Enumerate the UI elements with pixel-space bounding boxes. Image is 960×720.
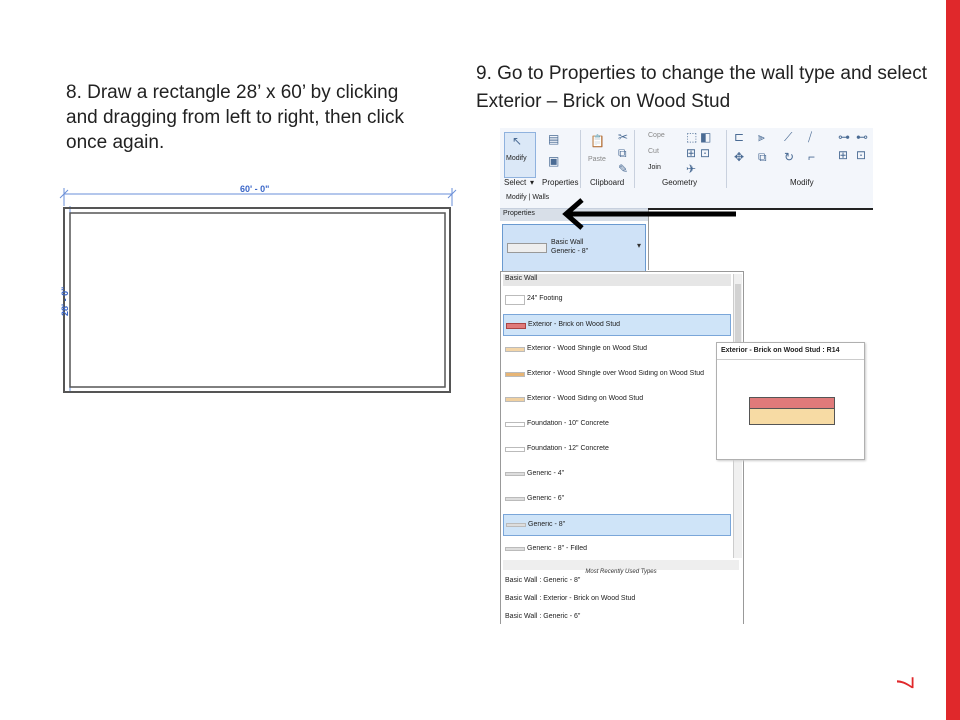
ribbon-group-select[interactable]: Select <box>504 178 526 187</box>
type-swatch <box>507 243 547 253</box>
list-item[interactable]: Generic - 6" <box>503 489 731 511</box>
paste-icon[interactable]: 📋 <box>590 134 605 148</box>
dimension-horizontal: 60' - 0" <box>240 184 270 194</box>
list-item[interactable]: Exterior - Wood Shingle on Wood Stud <box>503 339 731 361</box>
move-icon[interactable]: ✥ <box>734 150 744 164</box>
rotate-icon[interactable]: ↻ <box>784 150 794 164</box>
copy-element-icon[interactable]: ⧉ <box>758 150 767 165</box>
paste-label: Paste <box>588 156 606 163</box>
offset-icon[interactable]: ⫸ <box>758 130 765 145</box>
cut-label[interactable]: Cut <box>648 148 659 155</box>
chevron-down-icon[interactable]: ▾ <box>637 241 641 250</box>
split-face-icon[interactable]: ◧ <box>700 130 711 144</box>
list-item[interactable]: 24" Footing <box>503 289 731 311</box>
step-8-text: 8. Draw a rectangle 28’ x 60’ by clickin… <box>66 82 404 153</box>
wall-rectangle-drawing <box>59 188 457 393</box>
type-family: Basic Wall <box>551 239 584 246</box>
group-header-label: Basic Wall <box>505 275 538 282</box>
trim-icon[interactable]: ⌐ <box>808 150 815 164</box>
list-item[interactable]: Generic - 8" - Filled <box>503 539 731 561</box>
align-icon[interactable]: ⊏ <box>734 130 744 144</box>
stud-layer-preview <box>749 408 835 425</box>
ribbon: ↖ Modify ▤ ▣ 📋 Paste ✂ ⧉ ✎ Cope Cut Join… <box>500 128 873 191</box>
geometry-icon[interactable]: ⬚ <box>686 130 697 144</box>
group-header: Basic Wall <box>503 274 731 286</box>
ribbon-group-clipboard: Clipboard <box>590 178 625 187</box>
context-tab-label: Modify | Walls <box>506 194 550 201</box>
pointer-arrow-icon <box>562 198 736 230</box>
list-item[interactable]: Foundation - 12" Concrete <box>503 439 731 461</box>
pin-icon[interactable]: ⊡ <box>856 148 866 162</box>
list-item-selected[interactable]: Exterior - Brick on Wood Stud <box>503 314 731 336</box>
split-icon[interactable]: ⊶ <box>838 130 850 144</box>
mirror-icon[interactable]: ⟋ <box>784 130 792 145</box>
type-dropdown-list: Basic Wall 24" Footing Exterior - Brick … <box>500 271 744 624</box>
modify-arrow-icon: ↖ <box>512 134 523 148</box>
copy-icon[interactable]: ⧉ <box>618 146 627 161</box>
properties-icon[interactable]: ▣ <box>548 154 559 168</box>
match-icon[interactable]: ✎ <box>618 162 628 176</box>
mirror-draw-icon[interactable]: ⧸ <box>808 130 812 145</box>
list-item[interactable]: Exterior - Wood Shingle over Wood Siding… <box>503 364 731 386</box>
list-item[interactable]: Foundation - 10" Concrete <box>503 414 731 436</box>
list-item[interactable]: Exterior - Wood Siding on Wood Stud <box>503 389 731 411</box>
mru-header: Most Recently Used Types <box>503 560 739 575</box>
paint-icon[interactable]: ⊡ <box>700 146 710 160</box>
mru-item[interactable]: Basic Wall : Exterior - Brick on Wood St… <box>505 595 635 602</box>
tooltip-title: Exterior - Brick on Wood Stud : R14 <box>721 347 840 354</box>
select-dropdown-icon[interactable]: ▾ <box>530 178 534 187</box>
scale-icon[interactable]: ⊷ <box>856 130 868 144</box>
mru-item[interactable]: Basic Wall : Generic - 6" <box>505 613 580 620</box>
demolish-icon[interactable]: ✈ <box>686 162 696 176</box>
list-item[interactable]: Generic - 4" <box>503 464 731 486</box>
wall-joins-icon[interactable]: ⊞ <box>686 146 696 160</box>
cut-icon[interactable]: ✂ <box>618 130 628 144</box>
type-name: Generic - 8" <box>551 248 589 255</box>
dimension-vertical: 28' - 0" <box>60 286 70 316</box>
modify-label: Modify <box>506 155 527 162</box>
slide-number: 7 <box>891 676 918 690</box>
mru-item[interactable]: Basic Wall : Generic - 8" <box>505 577 580 584</box>
join-label[interactable]: Join <box>648 164 661 171</box>
ribbon-group-modify: Modify <box>790 178 814 187</box>
cope-label[interactable]: Cope <box>648 132 665 139</box>
ribbon-group-properties[interactable]: Properties <box>542 178 578 187</box>
list-item-current[interactable]: Generic - 8" <box>503 514 731 536</box>
ribbon-group-geometry: Geometry <box>662 178 698 187</box>
type-properties-icon[interactable]: ▤ <box>548 132 559 146</box>
array-icon[interactable]: ⊞ <box>838 148 848 162</box>
wall-type-tooltip: Exterior - Brick on Wood Stud : R14 <box>716 342 865 460</box>
accent-bar <box>946 0 960 720</box>
properties-header-label: Properties <box>503 210 535 217</box>
step-9-text: 9. Go to Properties to change the wall t… <box>476 63 927 112</box>
